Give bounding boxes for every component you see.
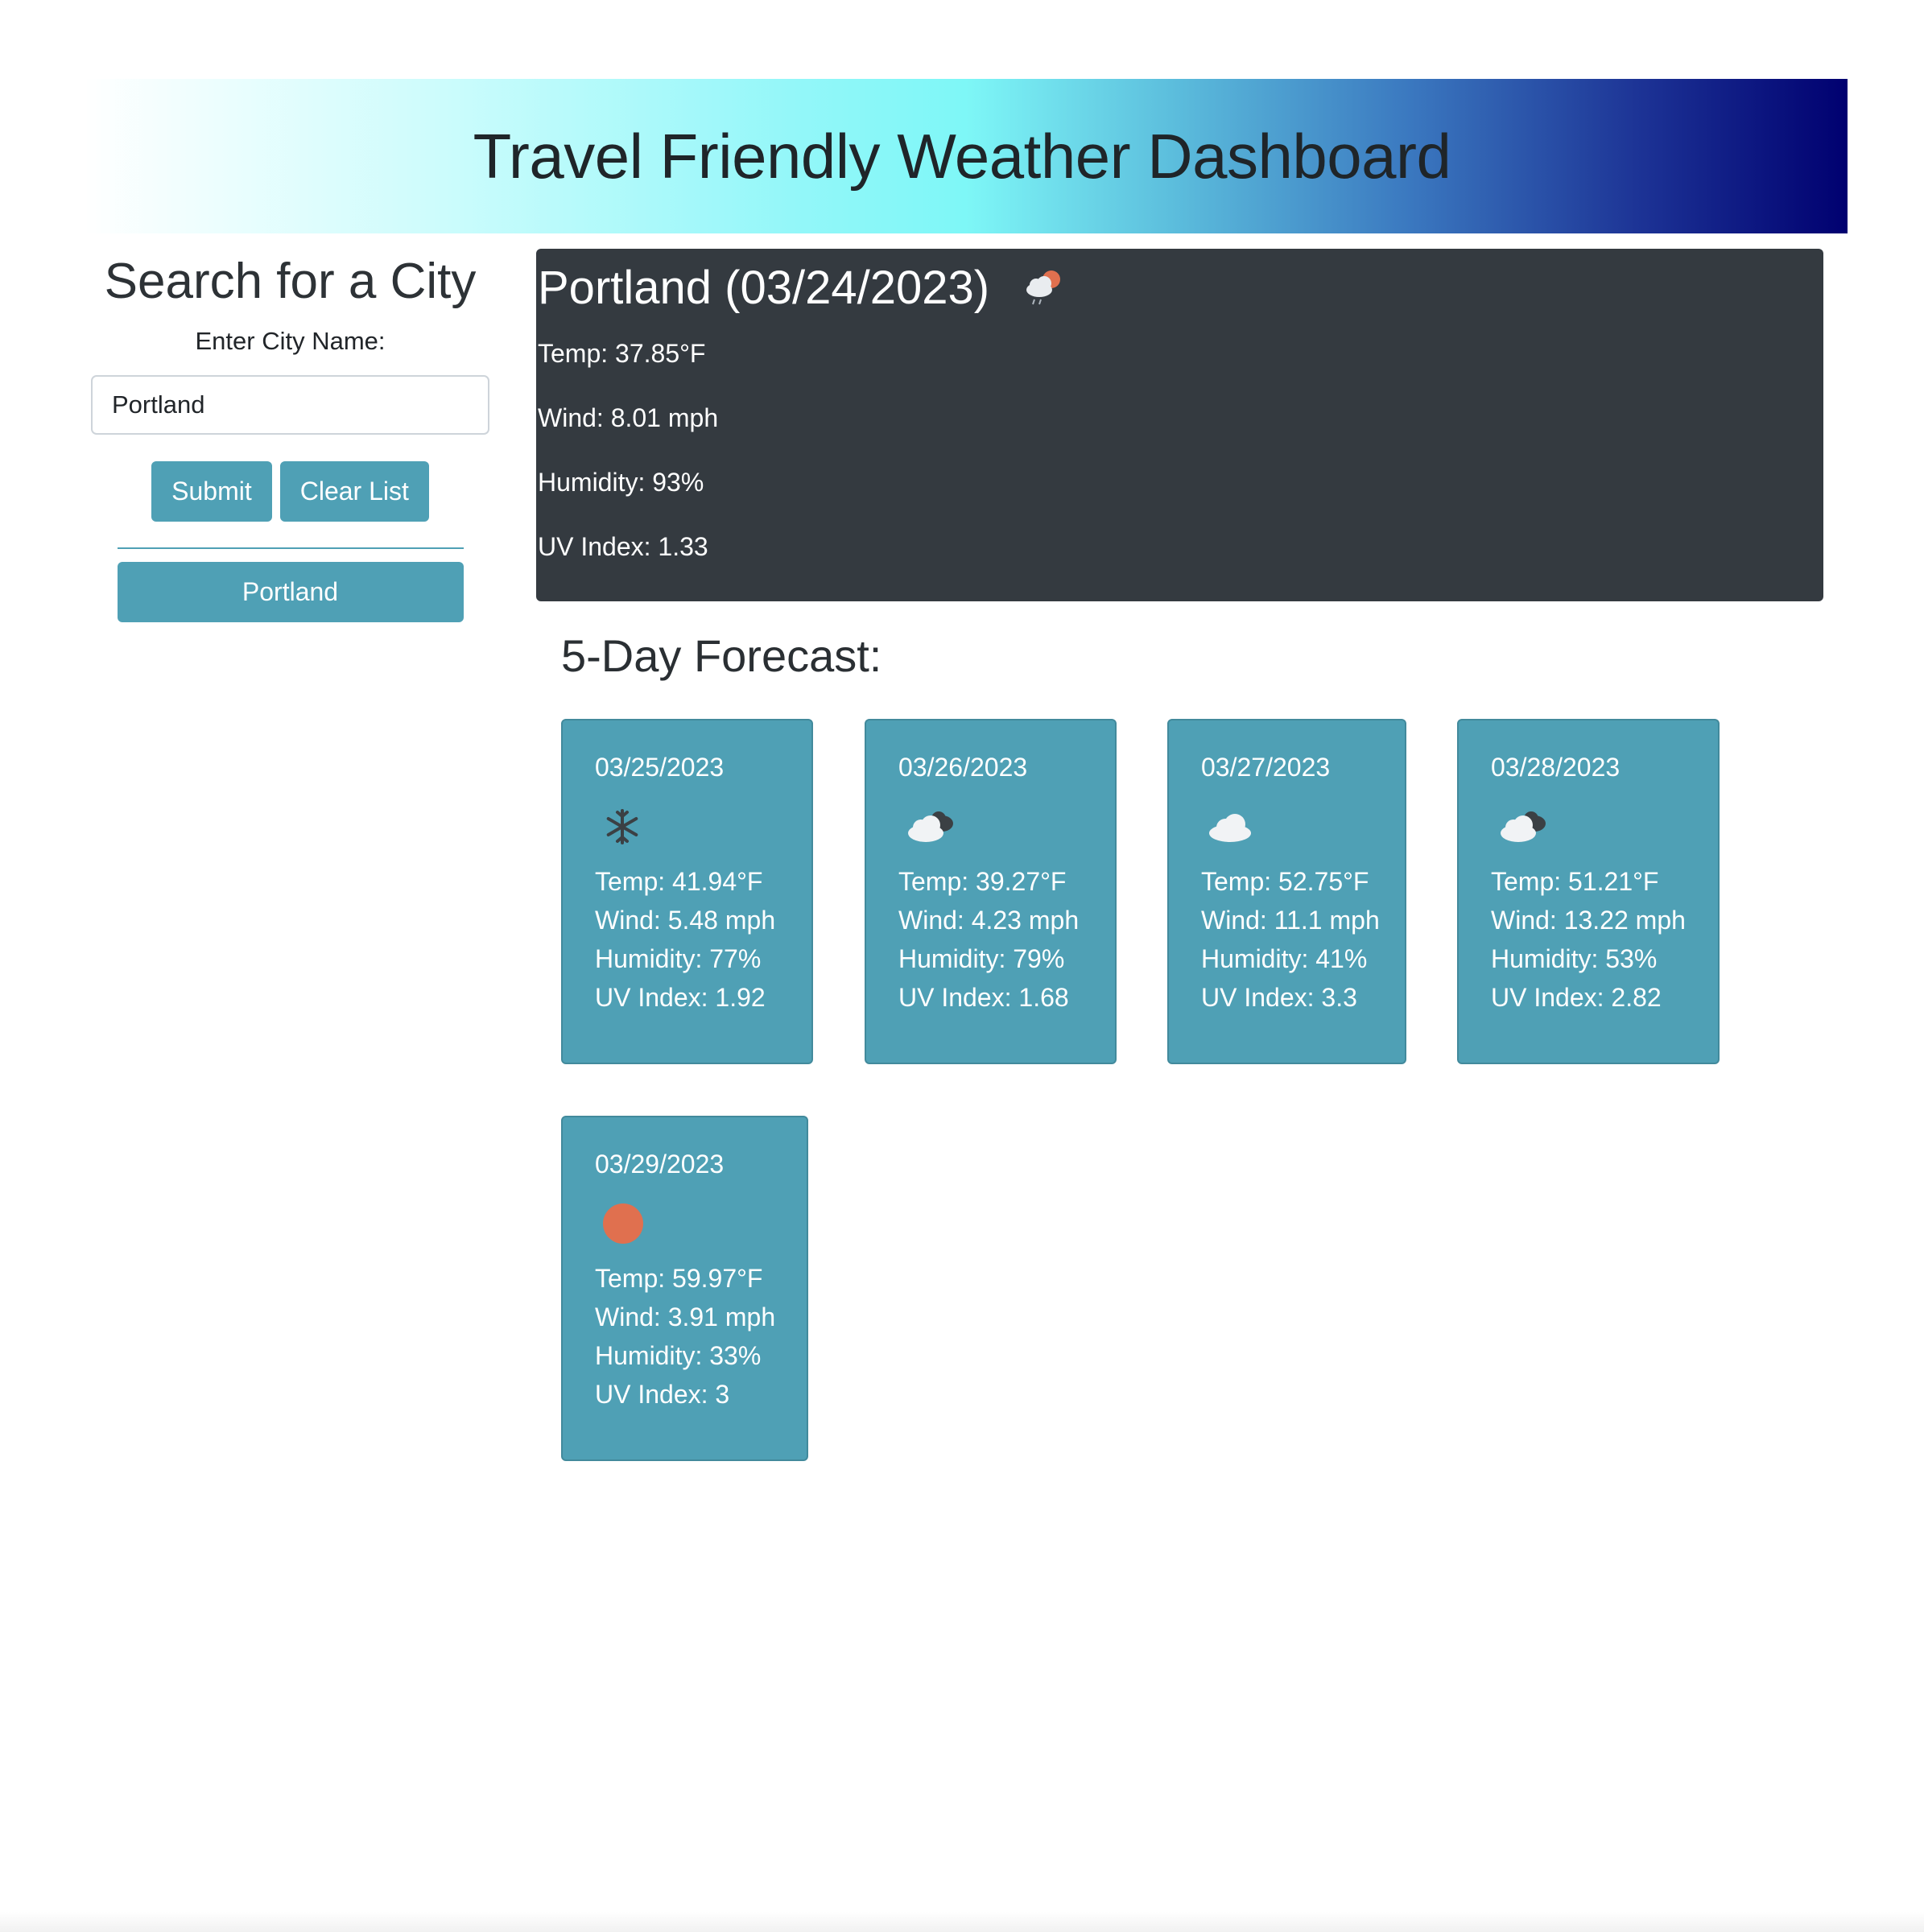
- cloud-sun-rain-icon: [1026, 270, 1061, 305]
- current-uv-index: UV Index: 1.33: [538, 532, 708, 561]
- sidebar-divider: [117, 547, 464, 549]
- current-weather-panel: Portland (03/24/2023) Temp: 37.85°F Wind…: [536, 249, 1823, 601]
- forecast-wind: Wind: 5.48 mph: [595, 906, 776, 935]
- forecast-date: 03/27/2023: [1201, 753, 1331, 782]
- forecast-date: 03/28/2023: [1491, 753, 1621, 782]
- forecast-card: 03/29/2023 Temp: 59.97°F Wind: 3.91 mph …: [561, 1116, 808, 1461]
- forecast-humidity: Humidity: 33%: [595, 1341, 762, 1370]
- forecast-temp: Temp: 39.27°F: [898, 867, 1067, 896]
- broken-clouds-icon: [1501, 811, 1546, 842]
- forecast-temp: Temp: 51.21°F: [1491, 867, 1659, 896]
- current-humidity: Humidity: 93%: [538, 468, 704, 497]
- forecast-heading: 5-Day Forecast:: [561, 630, 882, 681]
- forecast-humidity: Humidity: 77%: [595, 944, 762, 973]
- forecast-wind: Wind: 11.1 mph: [1201, 906, 1380, 935]
- current-city-title: Portland (03/24/2023): [538, 261, 990, 314]
- city-input-label: Enter City Name:: [195, 327, 386, 355]
- forecast-uv-index: UV Index: 1.92: [595, 983, 766, 1012]
- forecast-uv-index: UV Index: 2.82: [1491, 983, 1662, 1012]
- history-city-button[interactable]: Portland: [117, 562, 464, 622]
- forecast-temp: Temp: 41.94°F: [595, 867, 763, 896]
- forecast-card: 03/25/2023 Temp: 41.94°F Wind: 5.48 mph …: [561, 719, 813, 1064]
- clear-list-button[interactable]: Clear List: [279, 461, 429, 522]
- current-weather-header: Portland (03/24/2023): [536, 249, 1823, 326]
- snowflake-icon: [606, 809, 638, 844]
- forecast-date: 03/26/2023: [898, 753, 1028, 782]
- cloud-icon: [1209, 814, 1251, 842]
- forecast-card: 03/27/2023 Temp: 52.75°F Wind: 11.1 mph …: [1167, 719, 1406, 1064]
- broken-clouds-icon: [908, 811, 953, 842]
- search-title: Search for a City: [104, 254, 477, 309]
- forecast-date: 03/29/2023: [595, 1150, 725, 1179]
- forecast-temp: Temp: 52.75°F: [1201, 867, 1369, 896]
- forecast-humidity: Humidity: 41%: [1201, 944, 1368, 973]
- forecast-uv-index: UV Index: 3: [595, 1380, 730, 1409]
- forecast-humidity: Humidity: 79%: [898, 944, 1065, 973]
- page-bottom-edge: [0, 1912, 1924, 1932]
- forecast-wind: Wind: 3.91 mph: [595, 1302, 776, 1331]
- forecast-humidity: Humidity: 53%: [1491, 944, 1658, 973]
- forecast-temp: Temp: 59.97°F: [595, 1264, 763, 1293]
- search-sidebar: Search for a City Enter City Name: Submi…: [91, 250, 489, 622]
- forecast-card: 03/26/2023 Temp: 39.27°F Wind: 4.23 mph …: [865, 719, 1117, 1064]
- sun-icon: [603, 1203, 643, 1244]
- submit-button[interactable]: Submit: [151, 461, 272, 522]
- forecast-card: 03/28/2023 Temp: 51.21°F Wind: 13.22 mph…: [1457, 719, 1720, 1064]
- forecast-uv-index: UV Index: 3.3: [1201, 983, 1357, 1012]
- forecast-date: 03/25/2023: [595, 753, 725, 782]
- forecast-uv-index: UV Index: 1.68: [898, 983, 1069, 1012]
- current-temp: Temp: 37.85°F: [538, 339, 706, 368]
- current-wind: Wind: 8.01 mph: [538, 403, 719, 432]
- page-title: Travel Friendly Weather Dashboard: [473, 120, 1451, 192]
- city-search-input[interactable]: [91, 375, 489, 435]
- search-button-row: Submit Clear List: [91, 461, 489, 522]
- page-header: Travel Friendly Weather Dashboard: [85, 79, 1848, 233]
- forecast-wind: Wind: 4.23 mph: [898, 906, 1080, 935]
- forecast-wind: Wind: 13.22 mph: [1491, 906, 1686, 935]
